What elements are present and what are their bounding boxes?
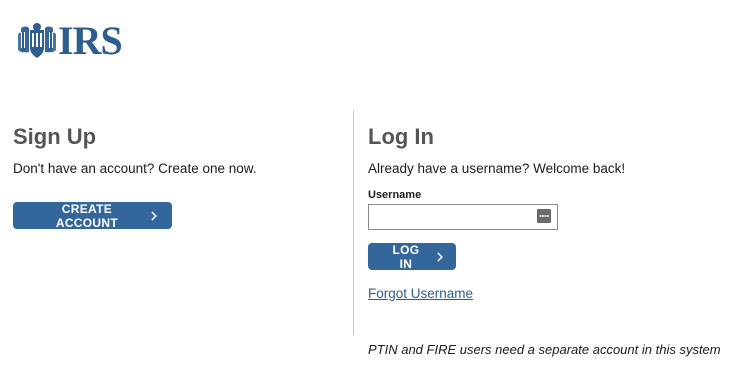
irs-logo[interactable]: IRS xyxy=(17,18,123,63)
signup-title: Sign Up xyxy=(13,124,97,149)
irs-eagle-icon xyxy=(18,23,56,58)
login-button[interactable]: LOG IN xyxy=(368,242,456,271)
login-page: IRS Sign Up Don't have an account? Creat… xyxy=(0,0,731,367)
login-title: Log In xyxy=(368,124,434,149)
username-input[interactable] xyxy=(369,205,541,229)
create-account-label: CREATE ACCOUNT xyxy=(55,201,118,230)
signup-section: Sign Up Don't have an account? Create on… xyxy=(13,122,333,230)
create-account-button[interactable]: CREATE ACCOUNT xyxy=(13,201,172,230)
login-section: Log In Already have a username? Welcome … xyxy=(368,122,728,357)
username-field-wrapper xyxy=(368,204,558,230)
column-divider xyxy=(353,110,354,335)
logo-text: IRS xyxy=(58,18,123,63)
forgot-username-link[interactable]: Forgot Username xyxy=(368,286,473,301)
signup-subtitle: Don't have an account? Create one now. xyxy=(13,161,257,176)
password-manager-icon[interactable] xyxy=(537,209,551,223)
login-button-label: LOG IN xyxy=(392,242,420,271)
chevron-right-icon xyxy=(437,251,443,262)
username-label: Username xyxy=(368,189,422,201)
login-subtitle: Already have a username? Welcome back! xyxy=(368,161,626,176)
ptin-fire-note: PTIN and FIRE users need a separate acco… xyxy=(368,342,721,357)
chevron-right-icon xyxy=(151,210,157,221)
